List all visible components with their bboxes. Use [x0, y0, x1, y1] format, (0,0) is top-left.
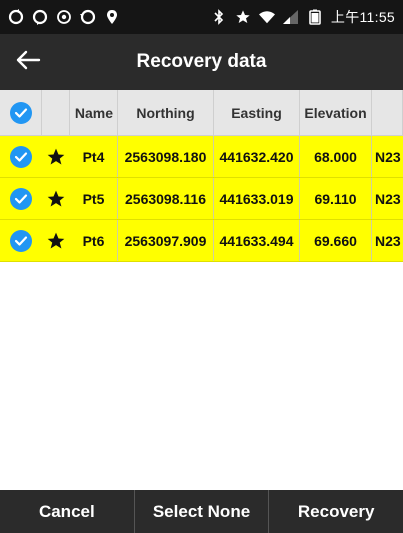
recovery-button[interactable]: Recovery: [269, 490, 403, 533]
select-none-button[interactable]: Select None: [135, 490, 270, 533]
column-header-extra: [372, 90, 403, 135]
cell-elevation: 69.660: [300, 220, 372, 261]
star-icon[interactable]: [42, 220, 70, 261]
cell-easting: 441633.494: [214, 220, 300, 261]
table-row[interactable]: Pt4 2563098.180 441632.420 68.000 N23: [0, 136, 403, 178]
cell-elevation: 68.000: [300, 136, 372, 177]
table-row[interactable]: Pt5 2563098.116 441633.019 69.110 N23: [0, 178, 403, 220]
star-icon[interactable]: [42, 178, 70, 219]
table-header: Name Northing Easting Elevation: [0, 90, 403, 136]
cell-easting: 441632.420: [214, 136, 300, 177]
cell-easting: 441633.019: [214, 178, 300, 219]
cell-northing: 2563097.909: [118, 220, 214, 261]
column-header-easting[interactable]: Easting: [214, 90, 300, 135]
header-star-col: [42, 90, 70, 135]
bluetooth-icon: [211, 9, 227, 25]
column-header-name[interactable]: Name: [70, 90, 118, 135]
sync-icon: [8, 9, 24, 25]
check-circle-icon: [9, 101, 32, 124]
sync-icon: [80, 9, 96, 25]
select-all-checkbox[interactable]: [0, 90, 42, 135]
star-icon[interactable]: [42, 136, 70, 177]
status-bar: 上午11:55: [0, 0, 403, 34]
cell-extra: N23: [375, 148, 401, 165]
battery-icon: [307, 9, 323, 25]
arrow-left-icon: [15, 49, 41, 76]
table-row[interactable]: Pt6 2563097.909 441633.494 69.660 N23: [0, 220, 403, 262]
location-icon: [104, 9, 120, 25]
recovery-table: Name Northing Easting Elevation Pt4 2563…: [0, 90, 403, 490]
back-button[interactable]: [0, 34, 56, 90]
page-title: Recovery data: [136, 51, 267, 72]
row-checkbox[interactable]: [0, 178, 42, 219]
status-right-icons: 上午11:55: [211, 7, 395, 27]
cell-name: Pt6: [70, 220, 118, 261]
row-checkbox[interactable]: [0, 136, 42, 177]
title-bar: Recovery data: [0, 34, 403, 90]
cell-extra: N23: [375, 190, 401, 207]
cell-elevation: 69.110: [300, 178, 372, 219]
signal-icon: [282, 9, 299, 25]
cell-name: Pt4: [70, 136, 118, 177]
cancel-button[interactable]: Cancel: [0, 490, 135, 533]
status-left-icons: [8, 9, 120, 25]
wifi-icon: [258, 9, 275, 25]
cell-northing: 2563098.180: [118, 136, 214, 177]
check-circle-icon: [10, 229, 32, 252]
cell-northing: 2563098.116: [118, 178, 214, 219]
check-circle-icon: [10, 145, 32, 168]
status-time: 上午11:55: [330, 9, 395, 25]
column-header-northing[interactable]: Northing: [118, 90, 214, 135]
bottom-action-bar: Cancel Select None Recovery: [0, 490, 403, 533]
settings-icon: [56, 9, 72, 25]
row-checkbox[interactable]: [0, 220, 42, 261]
column-header-elevation[interactable]: Elevation: [300, 90, 372, 135]
check-circle-icon: [10, 187, 32, 210]
cell-name: Pt5: [70, 178, 118, 219]
cell-extra: N23: [375, 232, 401, 249]
star-icon: [235, 9, 251, 25]
sync-icon: [32, 9, 48, 25]
